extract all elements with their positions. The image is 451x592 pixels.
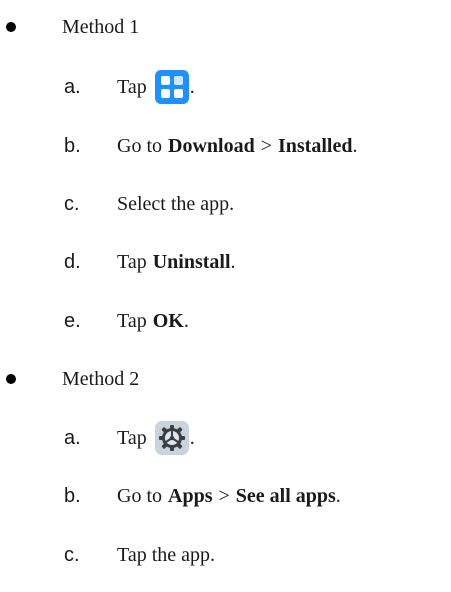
bullet-icon (6, 374, 16, 384)
step-prefix: Go to (117, 134, 162, 157)
step-suffix: . (189, 426, 195, 449)
step-text: Tap Uninstall . (117, 251, 236, 274)
step-suffix: . (189, 75, 195, 98)
method-2-title: Method 2 (62, 367, 140, 390)
uninstall-label: Uninstall (152, 250, 231, 273)
step-letter: b. (64, 134, 81, 157)
path-separator: > (218, 484, 230, 507)
menu-see-all-apps: See all apps (235, 484, 336, 507)
step-letter: d. (64, 250, 81, 273)
step-prefix: Tap (117, 309, 147, 332)
instruction-document: Method 1 a. Tap . b. Go to Download > In… (0, 0, 451, 592)
menu-download: Download (168, 134, 255, 157)
step-text: Tap . (117, 70, 195, 104)
step-text: Tap OK . (117, 310, 189, 333)
step-prefix: Tap (117, 250, 147, 273)
step-label: Tap (117, 75, 147, 98)
settings-gear-icon (154, 421, 189, 455)
step-prefix: Go to (117, 484, 162, 507)
step-text: Go to Download > Installed . (117, 135, 357, 158)
step-text: Go to Apps > See all apps . (117, 485, 341, 508)
path-separator: > (260, 134, 272, 157)
ok-label: OK (152, 309, 184, 332)
step-letter: a. (64, 426, 81, 449)
menu-installed: Installed (277, 134, 353, 157)
step-suffix: . (183, 309, 189, 332)
step-text: Select the app. (117, 192, 235, 215)
menu-apps: Apps (168, 484, 213, 507)
step-label: Tap (117, 426, 147, 449)
app-center-icon (154, 70, 189, 104)
step-letter: b. (64, 484, 81, 507)
step-suffix: . (352, 134, 358, 157)
step-letter: e. (64, 309, 81, 332)
step-suffix: . (230, 250, 236, 273)
method-1-title: Method 1 (62, 15, 140, 38)
step-letter: c. (64, 543, 80, 566)
step-text: Tap . (117, 421, 195, 455)
step-suffix: . (335, 484, 341, 507)
step-text: Tap the app. (117, 543, 216, 566)
step-letter: a. (64, 75, 81, 98)
step-letter: c. (64, 192, 80, 215)
bullet-icon (6, 22, 16, 32)
